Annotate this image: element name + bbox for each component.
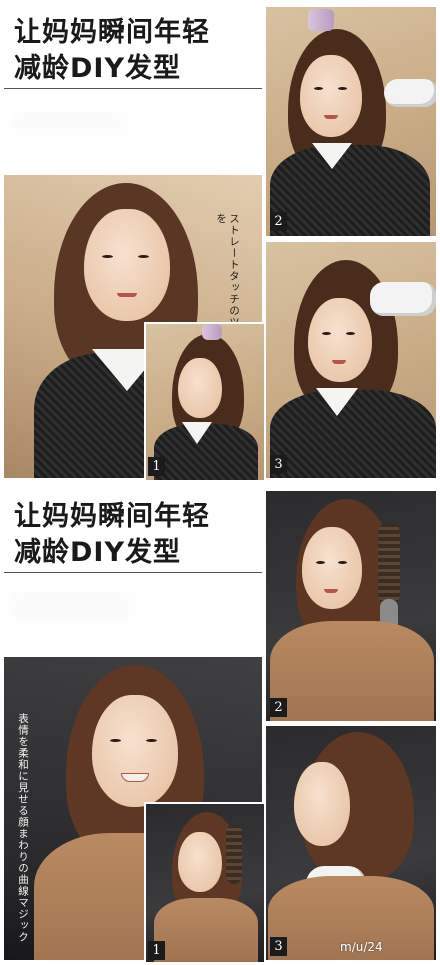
mouth <box>117 293 137 297</box>
step-1-photo: 1 <box>144 322 264 480</box>
section-2-title-line-1: 让妈妈瞬间年轻 <box>14 501 210 532</box>
hair-dryer <box>384 79 436 107</box>
coat <box>154 898 258 962</box>
eye <box>316 561 325 564</box>
face <box>92 695 178 807</box>
hair-roller <box>308 9 334 31</box>
eye <box>102 255 113 258</box>
face <box>294 762 350 846</box>
eye <box>146 739 157 742</box>
face <box>300 55 362 137</box>
eye <box>314 87 323 90</box>
section-1-title-line-1: 让妈妈瞬间年轻 <box>14 17 210 48</box>
step-3-photo: 3 <box>266 242 436 478</box>
eye <box>322 332 331 335</box>
title-rule <box>4 88 262 89</box>
face <box>178 358 222 418</box>
step-2-photo: 2 <box>266 7 436 236</box>
step-number: 3 <box>270 455 287 474</box>
watermark: m/u/24 <box>340 940 383 954</box>
section-1-title-line-2: 减龄DIY发型 <box>14 53 182 84</box>
sweater <box>270 390 436 478</box>
erased-text <box>10 110 130 136</box>
eye <box>338 87 347 90</box>
eye <box>338 561 347 564</box>
step-number: 3 <box>270 937 287 956</box>
section-2-title-line-2: 减龄DIY发型 <box>14 537 182 568</box>
curling-iron <box>226 824 242 884</box>
coat <box>270 621 434 721</box>
face <box>84 209 170 321</box>
title-rule <box>4 572 262 573</box>
mouth <box>324 115 338 119</box>
face <box>178 832 222 892</box>
curling-iron <box>378 523 400 605</box>
step-3-photo: 3 <box>266 726 436 960</box>
face <box>302 527 362 609</box>
mouth <box>332 360 346 364</box>
mouth <box>324 589 338 593</box>
face <box>308 298 372 382</box>
sweater <box>154 424 258 480</box>
step-2-photo: 2 <box>266 491 436 721</box>
step-number: 2 <box>270 212 287 231</box>
eye <box>138 255 149 258</box>
erased-text <box>8 590 138 620</box>
step-number: 1 <box>148 941 165 960</box>
sweater <box>270 145 430 236</box>
step-1-photo: 1 <box>144 802 264 962</box>
eye <box>110 739 121 742</box>
hair-dryer <box>370 282 436 316</box>
hair-roller <box>202 324 222 340</box>
step-number: 1 <box>148 457 165 476</box>
vertical-caption: 表情を柔和に見せる顔まわりの曲線マジック <box>17 713 29 943</box>
step-number: 2 <box>270 698 287 717</box>
eye <box>346 332 355 335</box>
